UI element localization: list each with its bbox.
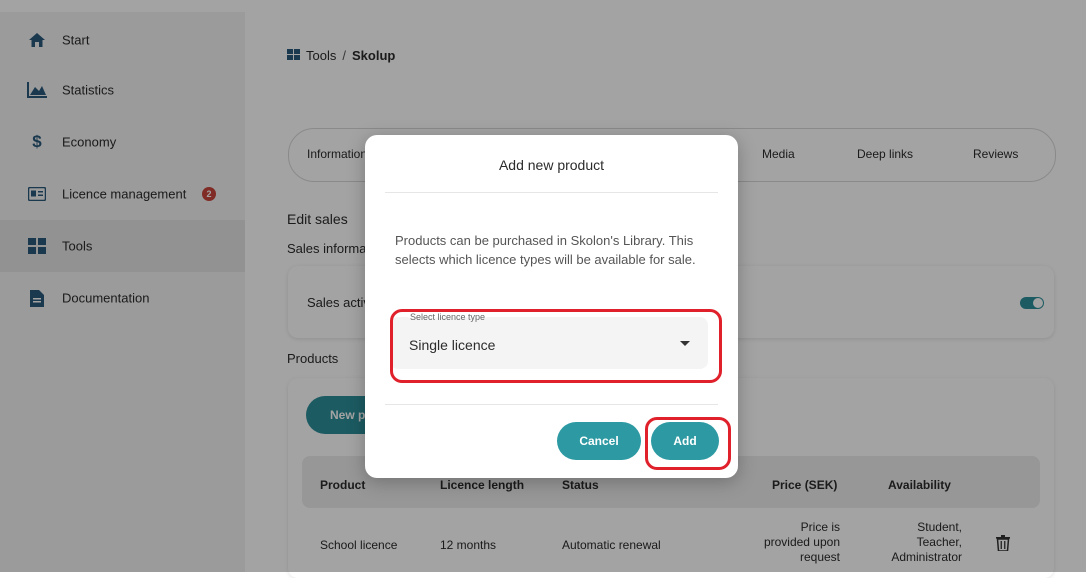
modal-description: Products can be purchased in Skolon's Li…	[395, 233, 696, 267]
modal-divider	[385, 404, 718, 405]
modal-title: Add new product	[498, 157, 605, 173]
highlight-add-annotation	[645, 417, 731, 470]
highlight-select-annotation	[390, 309, 722, 383]
modal-divider	[385, 192, 718, 193]
cancel-button[interactable]: Cancel	[557, 422, 641, 460]
